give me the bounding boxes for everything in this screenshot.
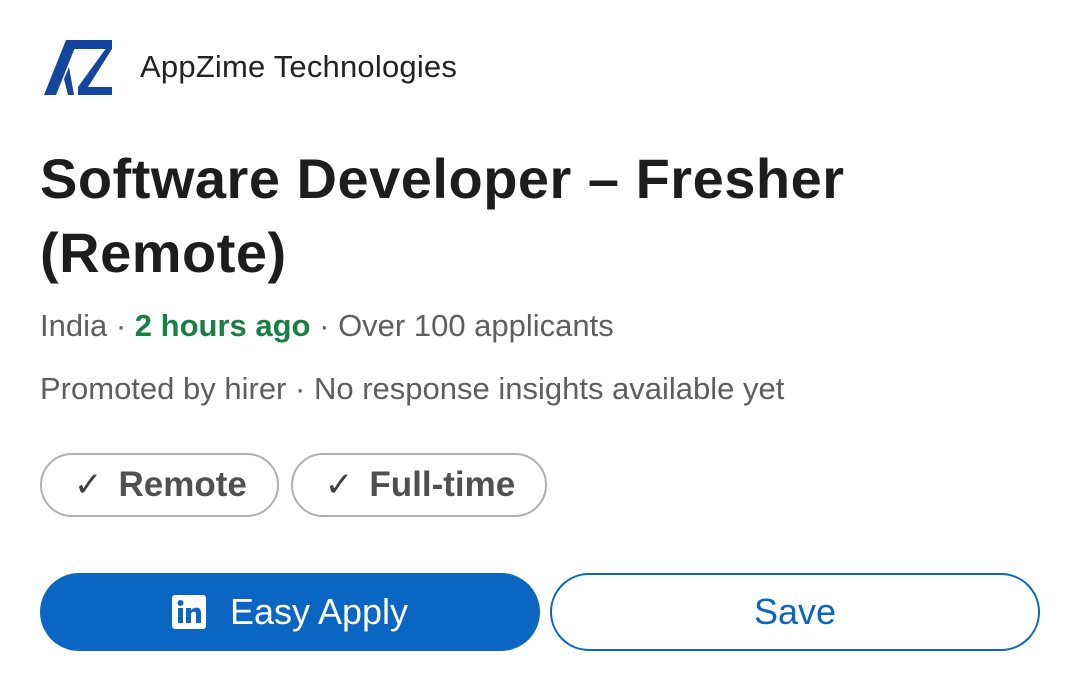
tag-label: Remote	[118, 465, 247, 504]
job-title: Software Developer – Fresher (Remote)	[40, 147, 845, 284]
tag-label: Full-time	[369, 465, 516, 504]
company-header: AppZime Technologies	[44, 36, 457, 98]
checkmark-icon: ✓	[324, 466, 354, 504]
job-meta-primary: India · 2 hours ago · Over 100 applicant…	[40, 308, 614, 344]
save-button[interactable]: Save	[550, 573, 1040, 651]
job-tags: ✓ Remote ✓ Full-time	[40, 453, 548, 517]
checkmark-icon: ✓	[74, 466, 103, 504]
job-location: India	[40, 308, 108, 343]
save-label: Save	[753, 591, 837, 632]
easy-apply-button[interactable]: Easy Apply	[40, 573, 540, 651]
meta-separator: ·	[107, 308, 135, 343]
tag-full-time: ✓ Full-time	[290, 453, 548, 517]
applicant-count: Over 100 applicants	[338, 308, 614, 343]
posted-time: 2 hours ago	[134, 308, 311, 343]
company-name[interactable]: AppZime Technologies	[140, 49, 457, 85]
easy-apply-label: Easy Apply	[229, 591, 409, 632]
meta-separator: ·	[310, 308, 339, 343]
response-insights: No response insights available yet	[313, 371, 785, 406]
promoted-label: Promoted by hirer	[40, 371, 287, 406]
linkedin-icon	[171, 595, 206, 629]
tag-remote: ✓ Remote	[40, 453, 279, 517]
meta-separator: ·	[286, 371, 314, 406]
appzime-logo-icon[interactable]	[44, 37, 114, 97]
job-meta-secondary: Promoted by hirer · No response insights…	[40, 371, 784, 407]
